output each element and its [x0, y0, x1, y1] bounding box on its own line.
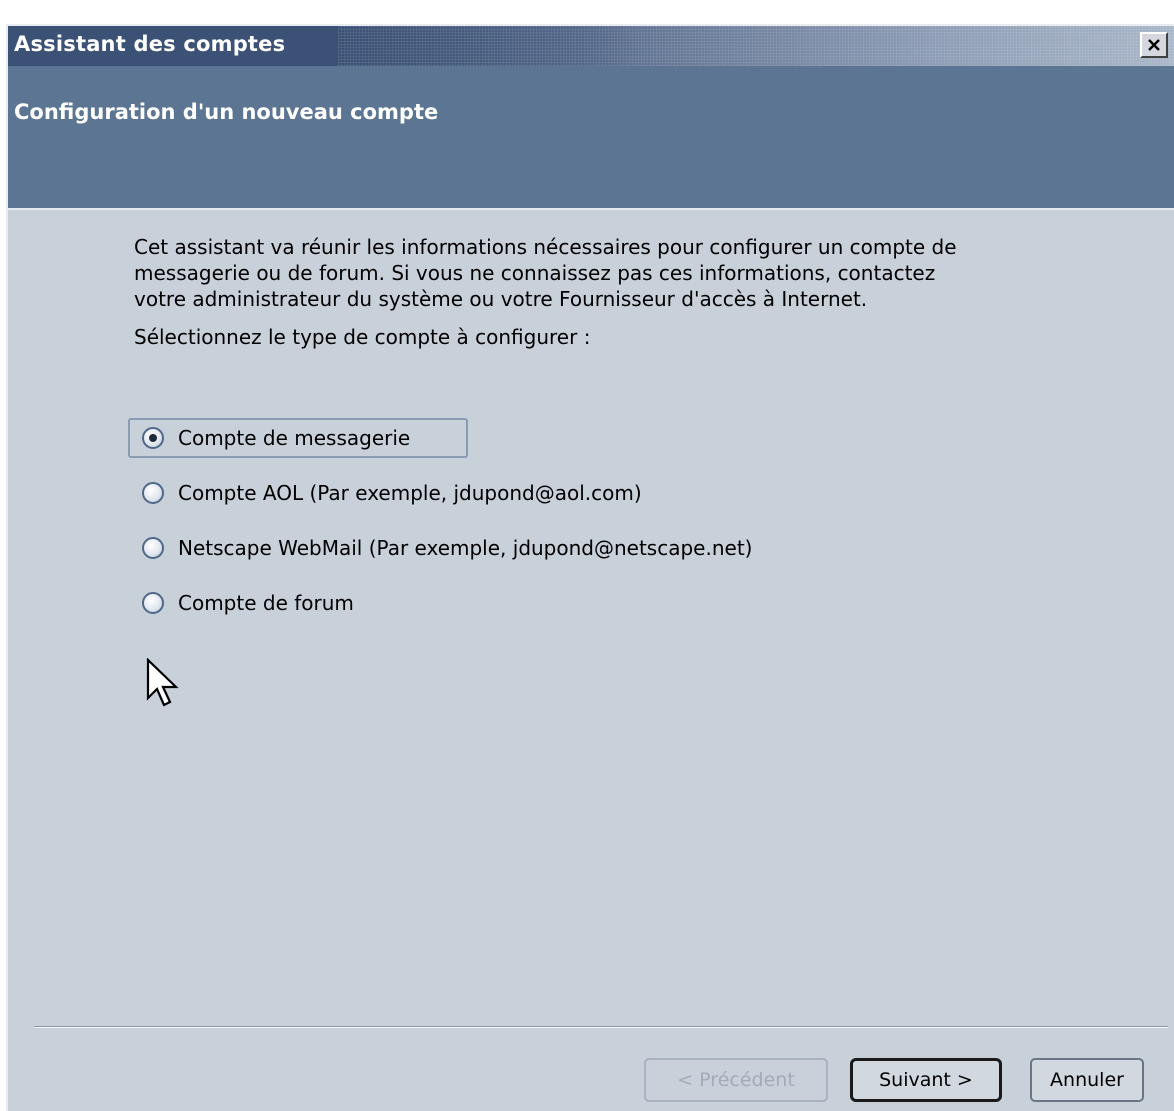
radio-label: Compte de forum — [178, 591, 354, 615]
radio-option-forum-account[interactable]: Compte de forum — [128, 583, 888, 623]
wizard-content: Cet assistant va réunir les informations… — [134, 234, 1094, 350]
close-button[interactable] — [1140, 32, 1168, 58]
radio-button[interactable] — [142, 482, 164, 504]
close-icon — [1148, 39, 1160, 51]
cancel-button[interactable]: Annuler — [1030, 1058, 1144, 1102]
radio-button-selected[interactable] — [142, 427, 164, 449]
radio-dot — [149, 434, 157, 442]
radio-option-netscape-webmail[interactable]: Netscape WebMail (Par exemple, jdupond@n… — [128, 528, 888, 568]
window-title: Assistant des comptes — [14, 32, 286, 56]
footer-divider — [34, 1026, 1168, 1028]
radio-button[interactable] — [142, 537, 164, 559]
account-type-radio-group: Compte de messagerie Compte AOL (Par exe… — [128, 418, 888, 638]
mouse-pointer-icon — [146, 658, 179, 707]
intro-line-3: votre administrateur du système ou votre… — [134, 287, 868, 311]
intro-line-2: messagerie ou de forum. Si vous ne conna… — [134, 261, 936, 285]
radio-option-mail-account[interactable]: Compte de messagerie — [128, 418, 468, 458]
intro-text: Cet assistant va réunir les informations… — [134, 234, 1094, 312]
wizard-header: Configuration d'un nouveau compte — [8, 66, 1174, 210]
radio-label: Compte AOL (Par exemple, jdupond@aol.com… — [178, 481, 642, 505]
radio-option-aol-account[interactable]: Compte AOL (Par exemple, jdupond@aol.com… — [128, 473, 888, 513]
radio-button[interactable] — [142, 592, 164, 614]
account-wizard-window: Assistant des comptes Configuration d'un… — [6, 24, 1174, 1111]
intro-line-1: Cet assistant va réunir les informations… — [134, 235, 957, 259]
title-bar[interactable]: Assistant des comptes — [8, 26, 1174, 66]
radio-label: Netscape WebMail (Par exemple, jdupond@n… — [178, 536, 753, 560]
select-account-type-label: Sélectionnez le type de compte à configu… — [134, 325, 591, 349]
next-button[interactable]: Suivant > — [850, 1058, 1002, 1102]
page-title: Configuration d'un nouveau compte — [14, 100, 439, 124]
previous-button[interactable]: < Précédent — [644, 1058, 828, 1102]
radio-label: Compte de messagerie — [178, 426, 411, 450]
